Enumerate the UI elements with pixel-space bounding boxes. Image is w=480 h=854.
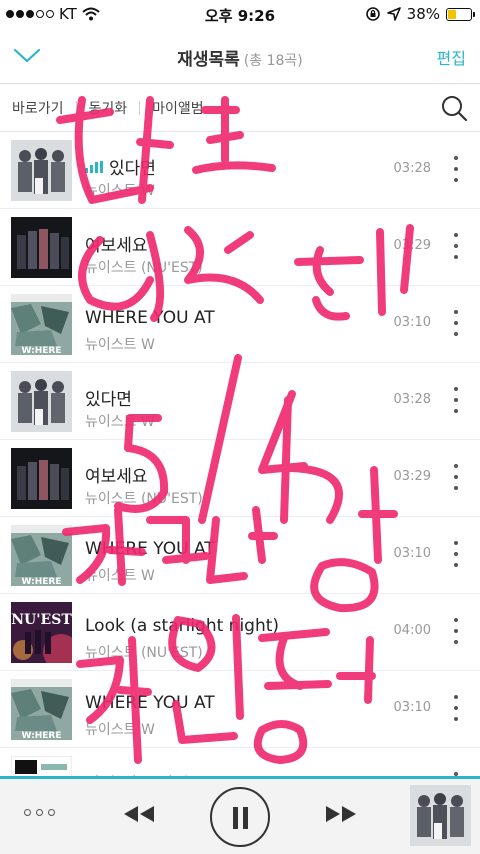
battery-level xyxy=(448,9,457,19)
track-row[interactable]: 있다면뉴이스트 W 03:28 xyxy=(0,363,480,440)
more-vertical-icon[interactable] xyxy=(452,618,460,644)
track-title: WHERE YOU AT xyxy=(85,693,215,713)
track-row[interactable]: 있다면뉴이스트 W 03:28 xyxy=(0,132,480,209)
svg-text:W:HERE: W:HERE xyxy=(21,346,61,355)
tab-my-album[interactable]: 마이앨범 xyxy=(140,98,216,118)
fast-forward-icon[interactable] xyxy=(324,803,358,825)
more-vertical-icon[interactable] xyxy=(452,695,460,721)
navigation-bar: 재생목록 (총 18곡) 편집 xyxy=(0,28,480,84)
track-duration: 04:00 xyxy=(393,623,431,638)
track-duration: 03:10 xyxy=(393,546,431,561)
more-vertical-icon[interactable] xyxy=(452,310,460,336)
track-artist: 뉴이스트 W xyxy=(85,722,155,738)
track-artist: 뉴이스트 (NU'EST) xyxy=(85,260,203,276)
track-title-line: 있다면 xyxy=(85,385,132,410)
search-icon[interactable] xyxy=(440,94,468,122)
album-cover xyxy=(11,371,72,432)
rotation-lock-icon xyxy=(365,7,380,21)
album-cover: W:HERE xyxy=(11,294,72,355)
track-title-line: 있다면 xyxy=(85,154,156,179)
track-title: 여보세요 xyxy=(85,236,148,256)
status-icons: 38% xyxy=(365,5,475,23)
track-title: Look (a starlight night) xyxy=(85,616,280,636)
battery-icon xyxy=(446,7,475,21)
track-artist: 뉴이스트 (NU'EST) xyxy=(85,645,203,661)
track-count: (총 18곡) xyxy=(243,53,303,69)
track-duration: 03:10 xyxy=(393,315,431,330)
pause-icon[interactable] xyxy=(210,787,270,847)
track-artist: 뉴이스트 W xyxy=(85,183,155,199)
track-title-line: Look (a starlight night) xyxy=(85,616,279,636)
album-cover: NU'EST xyxy=(11,602,72,663)
album-cover xyxy=(11,217,72,278)
svg-text:W:HERE: W:HERE xyxy=(21,731,61,740)
track-title: WHERE YOU AT xyxy=(85,308,215,328)
svg-text:W:HERE: W:HERE xyxy=(21,577,61,586)
album-cover xyxy=(11,140,72,201)
track-title-line: 여보세요 xyxy=(85,231,148,256)
track-artist: 뉴이스트 W xyxy=(85,414,155,430)
tab-shortcut[interactable]: 바로가기 xyxy=(0,98,76,118)
track-row[interactable]: NU'EST Look (a starlight night) 뉴이스트 (NU'E… xyxy=(0,594,480,671)
track-duration: 03:28 xyxy=(393,161,431,176)
track-title-line: 여보세요 xyxy=(85,462,148,487)
track-duration: 03:29 xyxy=(393,469,431,484)
tab-sync[interactable]: 동기화 xyxy=(77,98,140,118)
album-cover: W:HERE xyxy=(11,525,72,586)
track-title: 있다면 xyxy=(109,159,156,179)
battery-percent: 38% xyxy=(406,5,440,23)
more-vertical-icon[interactable] xyxy=(452,464,460,490)
more-vertical-icon[interactable] xyxy=(452,156,460,182)
track-duration: 03:28 xyxy=(393,392,431,407)
track-title-line: WHERE YOU AT xyxy=(85,308,215,328)
track-title: 여보세요 xyxy=(85,467,148,487)
quick-tab-bar: 바로가기 동기화 마이앨범 xyxy=(0,84,480,132)
track-artist: 뉴이스트 W xyxy=(85,337,155,353)
track-row[interactable]: 여보세요뉴이스트 (NU'EST) 03:29 xyxy=(0,209,480,286)
track-duration: 03:29 xyxy=(393,238,431,253)
more-horizontal-icon[interactable] xyxy=(24,809,55,816)
now-playing-artwork[interactable] xyxy=(410,785,472,847)
track-row[interactable]: W:HERE WHERE YOU AT 뉴이스트 W 03:10 xyxy=(0,671,480,748)
track-title-line: WHERE YOU AT xyxy=(85,539,215,559)
track-duration: 03:10 xyxy=(393,700,431,715)
track-artist: 뉴이스트 (NU'EST) xyxy=(85,491,203,507)
track-title: WHERE YOU AT xyxy=(85,539,215,559)
track-list: 있다면 뉴이스트 W 03:28 여보세요 뉴이스트 (NU'EST) 03:29 W:HE… xyxy=(0,132,480,825)
page-title-text: 재생목록 xyxy=(177,50,240,70)
now-playing-icon xyxy=(85,160,103,173)
album-cover: W:HERE xyxy=(11,679,72,740)
page-title: 재생목록 (총 18곡) xyxy=(0,45,480,70)
track-row[interactable]: 여보세요뉴이스트 (NU'EST) 03:29 xyxy=(0,440,480,517)
svg-text:NU'EST: NU'EST xyxy=(11,612,72,628)
track-title: 있다면 xyxy=(85,390,132,410)
track-artist: 뉴이스트 W xyxy=(85,568,155,584)
album-cover xyxy=(11,448,72,509)
more-vertical-icon[interactable] xyxy=(452,541,460,567)
track-title-line: WHERE YOU AT xyxy=(85,693,215,713)
rewind-icon[interactable] xyxy=(122,803,156,825)
location-icon xyxy=(386,7,401,21)
edit-button[interactable]: 편집 xyxy=(437,45,466,69)
more-vertical-icon[interactable] xyxy=(452,233,460,259)
track-row[interactable]: W:HERE WHERE YOU AT 뉴이스트 W 03:10 xyxy=(0,517,480,594)
status-bar: KT 오후 9:26 38% xyxy=(0,0,480,28)
track-row[interactable]: W:HERE WHERE YOU AT 뉴이스트 W 03:10 xyxy=(0,286,480,363)
mini-player xyxy=(0,776,480,854)
more-vertical-icon[interactable] xyxy=(452,387,460,413)
